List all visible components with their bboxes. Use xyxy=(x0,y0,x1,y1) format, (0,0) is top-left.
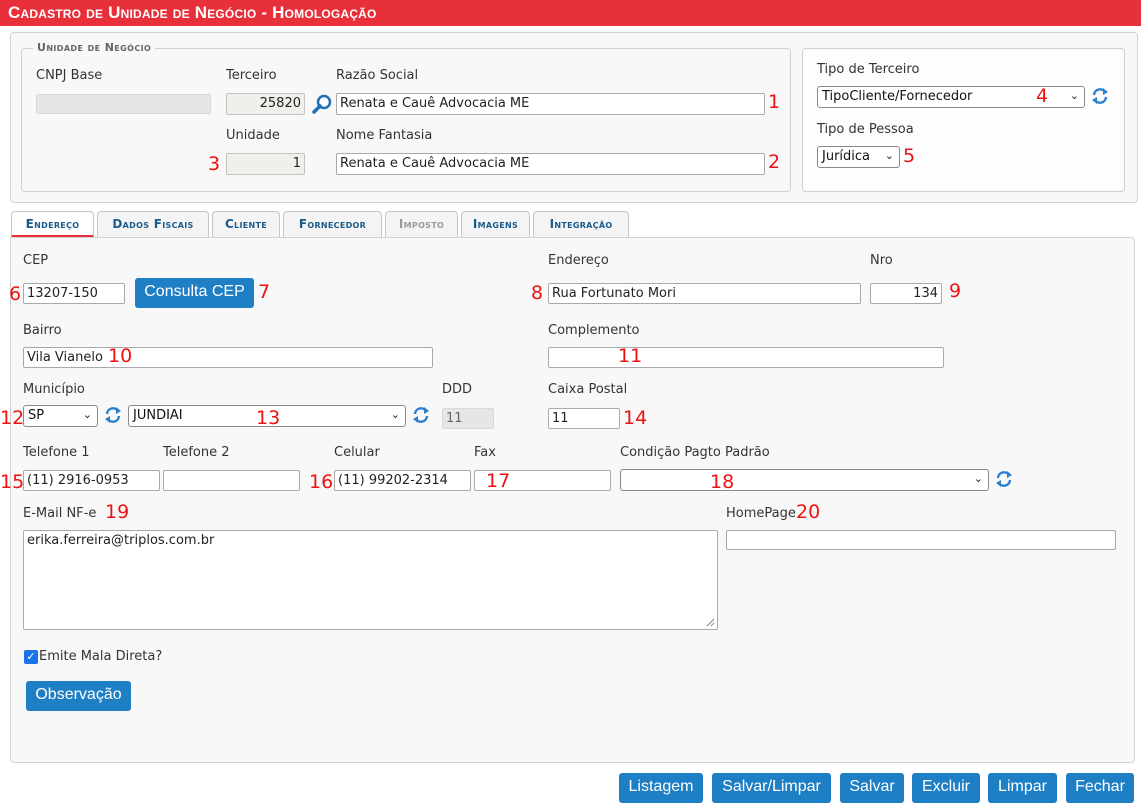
razao-social-input[interactable]: Renata e Cauê Advocacia ME xyxy=(336,93,765,115)
annotation-19: 19 xyxy=(105,501,130,523)
tab-cliente[interactable]: Cliente xyxy=(212,211,280,237)
annotation-2: 2 xyxy=(768,151,781,173)
annotation-3: 3 xyxy=(208,153,221,175)
nome-fantasia-label: Nome Fantasia xyxy=(336,128,433,143)
salvar-button[interactable]: Salvar xyxy=(840,773,904,803)
endereco-panel xyxy=(10,237,1135,763)
endereco-label: Endereço xyxy=(548,253,609,268)
annotation-9: 9 xyxy=(949,280,962,302)
annotation-13: 13 xyxy=(256,407,281,429)
municipio-label: Município xyxy=(23,382,85,397)
celular-label: Celular xyxy=(334,445,380,460)
tipo-terceiro-value: TipoCliente/Fornecedor xyxy=(822,89,973,104)
annotation-1: 1 xyxy=(768,91,781,113)
telefone1-input[interactable]: (11) 2916-0953 xyxy=(23,470,160,491)
salvar-limpar-button[interactable]: Salvar/Limpar xyxy=(712,773,831,803)
telefone2-label: Telefone 2 xyxy=(163,445,230,460)
annotation-5: 5 xyxy=(903,145,916,167)
annotation-12: 12 xyxy=(0,407,25,429)
tab-imagens[interactable]: Imagens xyxy=(461,211,530,237)
annotation-4: 4 xyxy=(1036,85,1049,107)
refresh-icon[interactable] xyxy=(104,406,122,424)
telefone2-input[interactable] xyxy=(163,470,300,491)
tipo-terceiro-label: Tipo de Terceiro xyxy=(817,62,920,77)
nro-input[interactable]: 134 xyxy=(870,283,942,304)
homepage-label: HomePage xyxy=(726,506,796,521)
homepage-input[interactable] xyxy=(726,530,1116,550)
nome-fantasia-input[interactable]: Renata e Cauê Advocacia ME xyxy=(336,153,765,175)
uf-value: SP xyxy=(28,408,45,423)
email-textarea[interactable]: erika.ferreira@triplos.com.br xyxy=(23,530,718,630)
bairro-input[interactable]: Vila Vianelo xyxy=(23,347,433,368)
cep-input[interactable]: 13207-150 xyxy=(23,283,125,304)
ddd-label: DDD xyxy=(442,382,473,397)
excluir-button[interactable]: Excluir xyxy=(912,773,980,803)
telefone1-label: Telefone 1 xyxy=(23,445,90,460)
complemento-input[interactable] xyxy=(548,347,944,368)
refresh-icon[interactable] xyxy=(995,470,1013,488)
terceiro-input[interactable]: 25820 xyxy=(226,93,305,115)
mala-direta-label: Emite Mala Direta? xyxy=(39,649,163,664)
chevron-down-icon: ⌄ xyxy=(390,408,400,421)
cnpj-input[interactable] xyxy=(36,94,211,114)
cidade-value: JUNDIAI xyxy=(133,408,183,423)
uf-select[interactable]: SP ⌄ xyxy=(23,405,98,427)
cnpj-label: CNPJ Base xyxy=(36,68,103,83)
fax-label: Fax xyxy=(474,445,496,460)
refresh-icon[interactable] xyxy=(1091,87,1109,105)
consulta-cep-button[interactable]: Consulta CEP xyxy=(135,278,254,308)
terceiro-label: Terceiro xyxy=(226,68,277,83)
celular-input[interactable]: (11) 99202-2314 xyxy=(334,470,471,491)
chevron-down-icon: ⌄ xyxy=(1069,89,1079,102)
razao-social-label: Razão Social xyxy=(336,68,419,83)
tab-fornecedor[interactable]: Fornecedor xyxy=(283,211,382,237)
ddd-input: 11 xyxy=(442,408,494,429)
annotation-6: 6 xyxy=(9,283,22,305)
chevron-down-icon: ⌄ xyxy=(82,408,92,421)
search-icon[interactable] xyxy=(311,93,333,115)
mala-direta-checkbox[interactable]: ✓ xyxy=(24,650,38,664)
page-title: Cadastro de Unidade de Negócio - Homolog… xyxy=(8,3,377,22)
tab-imposto: Imposto xyxy=(385,211,458,237)
annotation-18: 18 xyxy=(710,471,735,493)
annotation-16: 16 xyxy=(309,471,334,493)
caixa-postal-input[interactable]: 11 xyxy=(548,408,620,429)
cep-label: CEP xyxy=(23,253,49,268)
bairro-label: Bairro xyxy=(23,323,62,338)
annotation-11: 11 xyxy=(618,345,643,367)
complemento-label: Complemento xyxy=(548,323,640,338)
title-bar: Cadastro de Unidade de Negócio - Homolog… xyxy=(0,0,1141,26)
fechar-button[interactable]: Fechar xyxy=(1066,773,1134,803)
annotation-8: 8 xyxy=(531,282,544,304)
tab-dados-fiscais[interactable]: Dados Fiscais xyxy=(97,211,209,237)
caixa-postal-label: Caixa Postal xyxy=(548,382,628,397)
unidade-legend: Unidade de Negócio xyxy=(33,41,156,54)
nro-label: Nro xyxy=(870,253,893,268)
unidade-label: Unidade xyxy=(226,128,280,143)
tipo-pessoa-value: Jurídica xyxy=(822,149,871,164)
annotation-14: 14 xyxy=(623,407,648,429)
chevron-down-icon: ⌄ xyxy=(973,472,983,485)
condicao-pagto-select[interactable]: ⌄ xyxy=(620,469,989,491)
annotation-10: 10 xyxy=(108,345,133,367)
listagem-button[interactable]: Listagem xyxy=(619,773,703,803)
tipo-pessoa-select[interactable]: Jurídica ⌄ xyxy=(817,146,900,168)
tab-integracao[interactable]: Integração xyxy=(533,211,629,237)
observacao-button[interactable]: Observação xyxy=(26,681,131,711)
annotation-7: 7 xyxy=(258,281,271,303)
tab-endereco[interactable]: Endereço xyxy=(11,211,94,238)
endereco-input[interactable]: Rua Fortunato Mori xyxy=(548,283,861,304)
annotation-20: 20 xyxy=(796,501,821,523)
email-label: E-Mail NF-e xyxy=(23,506,97,521)
annotation-17: 17 xyxy=(486,470,511,492)
tipo-pessoa-label: Tipo de Pessoa xyxy=(817,122,914,137)
resize-handle-icon[interactable] xyxy=(705,617,715,627)
refresh-icon[interactable] xyxy=(412,406,430,424)
unidade-input[interactable]: 1 xyxy=(226,153,305,175)
annotation-15: 15 xyxy=(0,471,25,493)
condicao-pagto-label: Condição Pagto Padrão xyxy=(620,445,770,460)
chevron-down-icon: ⌄ xyxy=(884,149,894,162)
limpar-button[interactable]: Limpar xyxy=(988,773,1057,803)
